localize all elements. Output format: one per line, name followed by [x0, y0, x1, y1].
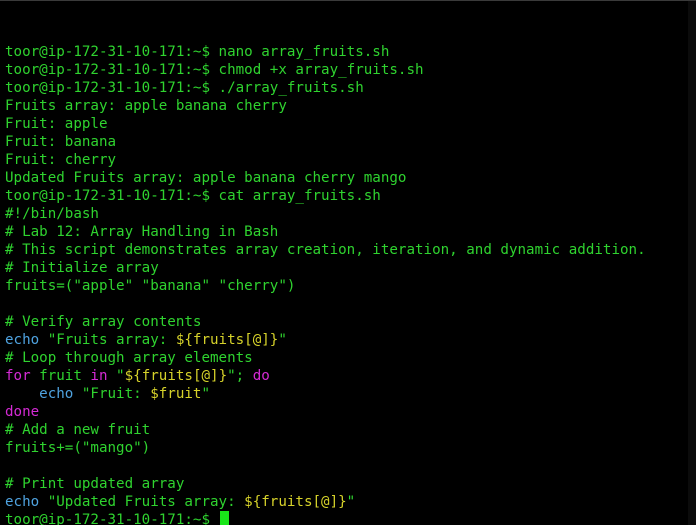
text-cursor — [219, 511, 229, 525]
terminal-line: done — [5, 403, 696, 421]
terminal-text: # Initialize array — [5, 260, 159, 276]
terminal-line: toor@ip-172-31-10-171:~$ nano array_frui… — [5, 43, 696, 61]
terminal-line: # Lab 12: Array Handling in Bash — [5, 223, 696, 241]
terminal-line: echo "Fruits array: ${fruits[@]}" — [5, 331, 696, 349]
terminal-text: " — [278, 332, 287, 348]
terminal-line: toor@ip-172-31-10-171:~$ — [5, 511, 696, 525]
terminal-text: # Add a new fruit — [5, 422, 151, 438]
terminal-output: toor@ip-172-31-10-171:~$ nano array_frui… — [5, 43, 696, 525]
terminal-window[interactable]: toor@ip-172-31-10-171:~$ nano array_frui… — [0, 0, 696, 525]
terminal-text: Fruit: banana — [5, 134, 117, 150]
terminal-text: " — [107, 368, 125, 384]
terminal-text: fruits+=("mango") — [5, 440, 151, 456]
terminal-text: do — [252, 368, 270, 384]
terminal-text: in — [90, 368, 108, 384]
terminal-line: fruits=("apple" "banana" "cherry") — [5, 277, 696, 295]
terminal-text: Fruits array: apple banana cherry — [5, 98, 287, 114]
terminal-text: "; — [227, 368, 253, 384]
terminal-line: echo "Fruit: $fruit" — [5, 385, 696, 403]
terminal-line: toor@ip-172-31-10-171:~$ cat array_fruit… — [5, 187, 696, 205]
terminal-line: # Verify array contents — [5, 313, 696, 331]
terminal-text: " — [346, 494, 356, 510]
terminal-text: ${fruits[@]} — [124, 368, 228, 384]
terminal-text: # Loop through array elements — [5, 350, 253, 366]
terminal-text: toor@ip-172-31-10-171:~$ — [5, 512, 219, 525]
terminal-line: # Add a new fruit — [5, 421, 696, 439]
terminal-text: echo — [5, 332, 40, 348]
terminal-text: for — [5, 368, 31, 384]
terminal-text: ${fruits[@]} — [244, 494, 347, 510]
terminal-line: # Print updated array — [5, 475, 696, 493]
terminal-line: # Loop through array elements — [5, 349, 696, 367]
terminal-line: toor@ip-172-31-10-171:~$ chmod +x array_… — [5, 61, 696, 79]
terminal-line: Fruit: banana — [5, 133, 696, 151]
terminal-line: fruits+=("mango") — [5, 439, 696, 457]
terminal-line: toor@ip-172-31-10-171:~$ ./array_fruits.… — [5, 79, 696, 97]
terminal-text: Updated Fruits array: apple banana cherr… — [5, 170, 407, 186]
terminal-line: echo "Updated Fruits array: ${fruits[@]}… — [5, 493, 696, 511]
terminal-text: # Lab 12: Array Handling in Bash — [5, 224, 279, 240]
terminal-text: #!/bin/bash — [5, 206, 99, 222]
terminal-text: done — [5, 404, 40, 420]
terminal-text: echo — [5, 494, 40, 510]
terminal-line: # Initialize array — [5, 259, 696, 277]
terminal-line: #!/bin/bash — [5, 205, 696, 223]
terminal-text: # Verify array contents — [5, 314, 202, 330]
terminal-text: "Fruit: — [73, 386, 151, 402]
terminal-text: Fruit: cherry — [5, 152, 117, 168]
terminal-text: toor@ip-172-31-10-171:~$ ./array_fruits.… — [5, 80, 364, 96]
terminal-text: "Fruits array: — [39, 332, 176, 348]
terminal-text: "Updated Fruits array: — [39, 494, 245, 510]
terminal-text: fruit — [30, 368, 91, 384]
terminal-line: # This script demonstrates array creatio… — [5, 241, 696, 259]
terminal-text: ${fruits[@]} — [175, 332, 279, 348]
terminal-text: fruits=("apple" "banana" "cherry") — [5, 278, 296, 294]
terminal-text: # Print updated array — [5, 476, 185, 492]
terminal-text: toor@ip-172-31-10-171:~$ chmod +x array_… — [5, 62, 424, 78]
terminal-text: toor@ip-172-31-10-171:~$ nano array_frui… — [5, 44, 390, 60]
terminal-line: for fruit in "${fruits[@]}"; do — [5, 367, 696, 385]
terminal-text: echo — [39, 386, 74, 402]
terminal-line: Fruit: apple — [5, 115, 696, 133]
terminal-text: $fruit — [150, 386, 202, 402]
terminal-text: # This script demonstrates array creatio… — [5, 242, 646, 258]
terminal-text: Fruit: apple — [5, 116, 108, 132]
scrollbar[interactable] — [688, 1, 696, 525]
terminal-line: Updated Fruits array: apple banana cherr… — [5, 169, 696, 187]
terminal-text: " — [201, 386, 211, 402]
terminal-line: Fruits array: apple banana cherry — [5, 97, 696, 115]
terminal-text: toor@ip-172-31-10-171:~$ cat array_fruit… — [5, 188, 381, 204]
terminal-line: Fruit: cherry — [5, 151, 696, 169]
